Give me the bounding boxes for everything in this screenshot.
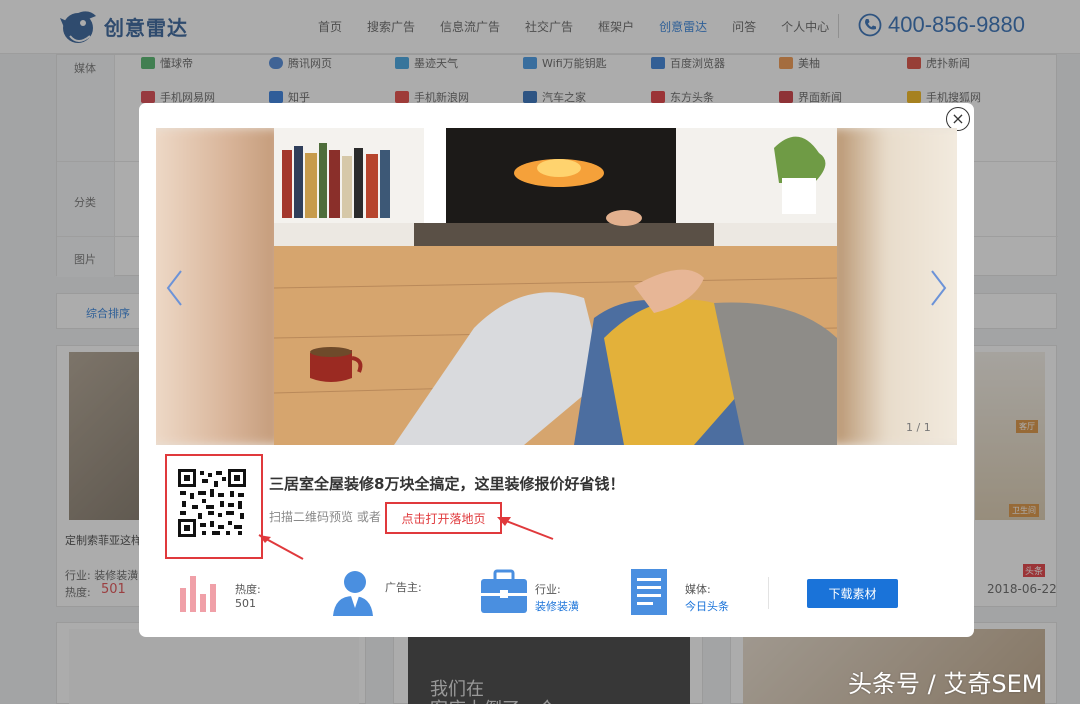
qr-code [178,469,246,537]
carousel-counter: 1 / 1 [906,421,931,434]
qr-code-highlight [165,454,263,559]
ad-title: 三居室全屋装修8万块全搞定，这里装修报价好省钱！ [269,475,625,493]
carousel-next-arrow[interactable] [926,268,950,308]
toutiao-watermark: 头条号 / 艾奇SEM [848,670,1043,698]
advertiser-label: 广告主: [385,581,422,594]
carousel-prev-arrow[interactable] [163,268,187,308]
info-divider [768,577,769,609]
open-landing-page-link[interactable]: 点击打开落地页 [385,502,502,534]
annotation-arrow-link [497,517,554,540]
creative-detail-modal: × 1 / 1 三居室全屋装修8万块全搞定，这里装修报价好省钱！ 扫描二维码预览… [139,103,974,637]
ad-creative-photo [274,128,837,445]
media-label: 媒体: [685,583,711,596]
creative-info-row: 热度: 501 广告主: 行业: 装修装潢 媒体: 今日头条 下载素材 [139,563,974,623]
person-icon [333,571,373,616]
industry-label: 行业: [535,583,561,596]
heat-label: 热度: [235,583,261,596]
industry-value[interactable]: 装修装潢 [535,598,579,614]
heat-value: 501 [235,597,256,610]
document-icon [631,569,667,615]
media-value[interactable]: 今日头条 [685,598,729,614]
close-icon: × [951,109,965,128]
bar-chart-icon [180,576,216,612]
image-carousel: 1 / 1 [156,128,957,445]
briefcase-icon [481,569,527,613]
scan-preview-text: 扫描二维码预览 或者 [269,510,381,524]
annotation-arrow-qr [258,534,304,560]
download-material-button[interactable]: 下载素材 [807,579,898,608]
